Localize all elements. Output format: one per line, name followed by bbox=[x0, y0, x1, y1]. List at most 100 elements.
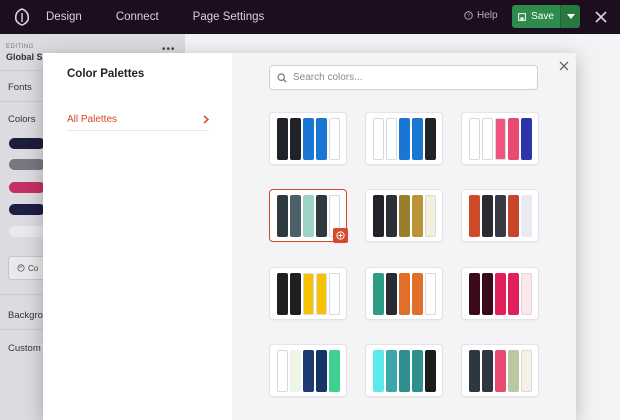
seedprod-logo-icon[interactable] bbox=[12, 7, 32, 27]
palette-color-swatch bbox=[520, 117, 532, 160]
palette-card[interactable] bbox=[365, 189, 443, 242]
palette-card[interactable] bbox=[461, 112, 539, 165]
nav-design[interactable]: Design bbox=[46, 11, 82, 23]
palette-color-swatch bbox=[424, 272, 436, 315]
nav-page-settings[interactable]: Page Settings bbox=[193, 11, 265, 23]
palette-color-swatch bbox=[289, 117, 301, 160]
save-options-button[interactable] bbox=[560, 5, 580, 28]
editing-title: Global S bbox=[6, 52, 43, 62]
palette-color-swatch bbox=[398, 272, 410, 315]
palette-card[interactable] bbox=[365, 112, 443, 165]
color-palettes-label: Co bbox=[28, 263, 39, 273]
palette-color-swatch bbox=[289, 194, 301, 237]
close-builder-icon[interactable] bbox=[594, 10, 608, 24]
palette-card[interactable] bbox=[269, 189, 348, 243]
palette-color-swatch bbox=[494, 349, 506, 392]
palette-color-swatch bbox=[276, 272, 288, 315]
top-bar: Design Connect Page Settings ? Help Save bbox=[0, 0, 620, 34]
search-box bbox=[269, 65, 538, 90]
help-icon: ? bbox=[464, 11, 473, 20]
palette-color-swatch bbox=[372, 272, 384, 315]
color-palettes-button[interactable]: Co bbox=[8, 256, 48, 280]
palette-color-swatch bbox=[468, 272, 480, 315]
plus-circle-icon bbox=[336, 231, 345, 240]
palette-color-swatch bbox=[385, 349, 397, 392]
palette-browser bbox=[232, 53, 576, 420]
save-label: Save bbox=[531, 11, 554, 22]
side-divider bbox=[67, 130, 209, 131]
palette-card[interactable] bbox=[365, 344, 443, 397]
palette-color-swatch bbox=[315, 117, 327, 160]
palette-card[interactable] bbox=[461, 344, 539, 397]
palette-color-swatch bbox=[302, 117, 314, 160]
palette-color-swatch bbox=[328, 272, 340, 315]
palette-color-swatch bbox=[520, 194, 532, 237]
modal-title: Color Palettes bbox=[67, 68, 145, 80]
editing-label: EDITING bbox=[6, 44, 34, 50]
palette-color-swatch bbox=[398, 349, 410, 392]
palette-color-swatch bbox=[398, 194, 410, 237]
palette-card[interactable] bbox=[365, 267, 443, 320]
color-swatch[interactable] bbox=[9, 204, 45, 215]
palette-color-swatch bbox=[315, 349, 327, 392]
palette-color-swatch bbox=[481, 194, 493, 237]
save-button[interactable]: Save bbox=[512, 5, 560, 28]
save-icon bbox=[518, 12, 526, 21]
save-group: Save bbox=[512, 5, 580, 28]
apply-palette-button[interactable] bbox=[333, 228, 348, 243]
palette-color-swatch bbox=[411, 194, 423, 237]
palette-color-swatch bbox=[520, 349, 532, 392]
palette-color-swatch bbox=[481, 117, 493, 160]
section-background[interactable]: Backgro bbox=[8, 310, 43, 321]
palette-card[interactable] bbox=[461, 189, 539, 242]
palette-color-swatch bbox=[276, 349, 288, 392]
color-swatch[interactable] bbox=[9, 138, 45, 149]
color-swatch[interactable] bbox=[9, 159, 45, 170]
palette-color-swatch bbox=[468, 117, 480, 160]
palette-card[interactable] bbox=[269, 112, 347, 165]
section-colors[interactable]: Colors bbox=[8, 114, 35, 125]
close-icon[interactable] bbox=[558, 60, 570, 72]
nav-connect[interactable]: Connect bbox=[116, 11, 159, 23]
color-swatch[interactable] bbox=[9, 182, 45, 193]
palette-color-swatch bbox=[424, 194, 436, 237]
palette-color-swatch bbox=[315, 272, 327, 315]
palette-color-swatch bbox=[468, 349, 480, 392]
palette-color-swatch bbox=[276, 194, 288, 237]
palette-color-swatch bbox=[385, 194, 397, 237]
palette-color-swatch bbox=[302, 194, 314, 237]
palette-color-swatch bbox=[372, 349, 384, 392]
palette-color-swatch bbox=[289, 272, 301, 315]
help-link[interactable]: ? Help bbox=[464, 10, 498, 21]
all-palettes-label: All Palettes bbox=[67, 113, 118, 125]
palette-color-swatch bbox=[276, 117, 288, 160]
palette-color-swatch bbox=[398, 117, 410, 160]
svg-text:?: ? bbox=[467, 14, 470, 20]
palette-color-swatch bbox=[481, 272, 493, 315]
all-palettes-link[interactable]: All Palettes bbox=[67, 107, 209, 131]
palette-color-swatch bbox=[494, 117, 506, 160]
palette-color-swatch bbox=[372, 117, 384, 160]
modal-sidebar: Color Palettes All Palettes bbox=[43, 53, 232, 420]
palette-color-swatch bbox=[507, 194, 519, 237]
palette-icon bbox=[17, 264, 25, 272]
palette-card[interactable] bbox=[269, 267, 347, 320]
section-fonts[interactable]: Fonts bbox=[8, 82, 32, 93]
color-palettes-modal: Color Palettes All Palettes bbox=[43, 53, 576, 420]
caret-down-icon bbox=[566, 14, 575, 19]
palette-card[interactable] bbox=[461, 267, 539, 320]
help-label: Help bbox=[477, 10, 498, 21]
palette-color-swatch bbox=[520, 272, 532, 315]
palette-color-swatch bbox=[385, 272, 397, 315]
color-swatch[interactable] bbox=[9, 226, 45, 237]
palette-color-swatch bbox=[411, 349, 423, 392]
search-input[interactable] bbox=[293, 72, 523, 83]
palette-color-swatch bbox=[328, 117, 340, 160]
palette-card[interactable] bbox=[269, 344, 347, 397]
palette-color-swatch bbox=[494, 272, 506, 315]
palette-color-swatch bbox=[507, 272, 519, 315]
palette-color-swatch bbox=[411, 117, 423, 160]
palette-color-swatch bbox=[507, 349, 519, 392]
palette-color-swatch bbox=[507, 117, 519, 160]
section-custom[interactable]: Custom bbox=[8, 343, 41, 354]
